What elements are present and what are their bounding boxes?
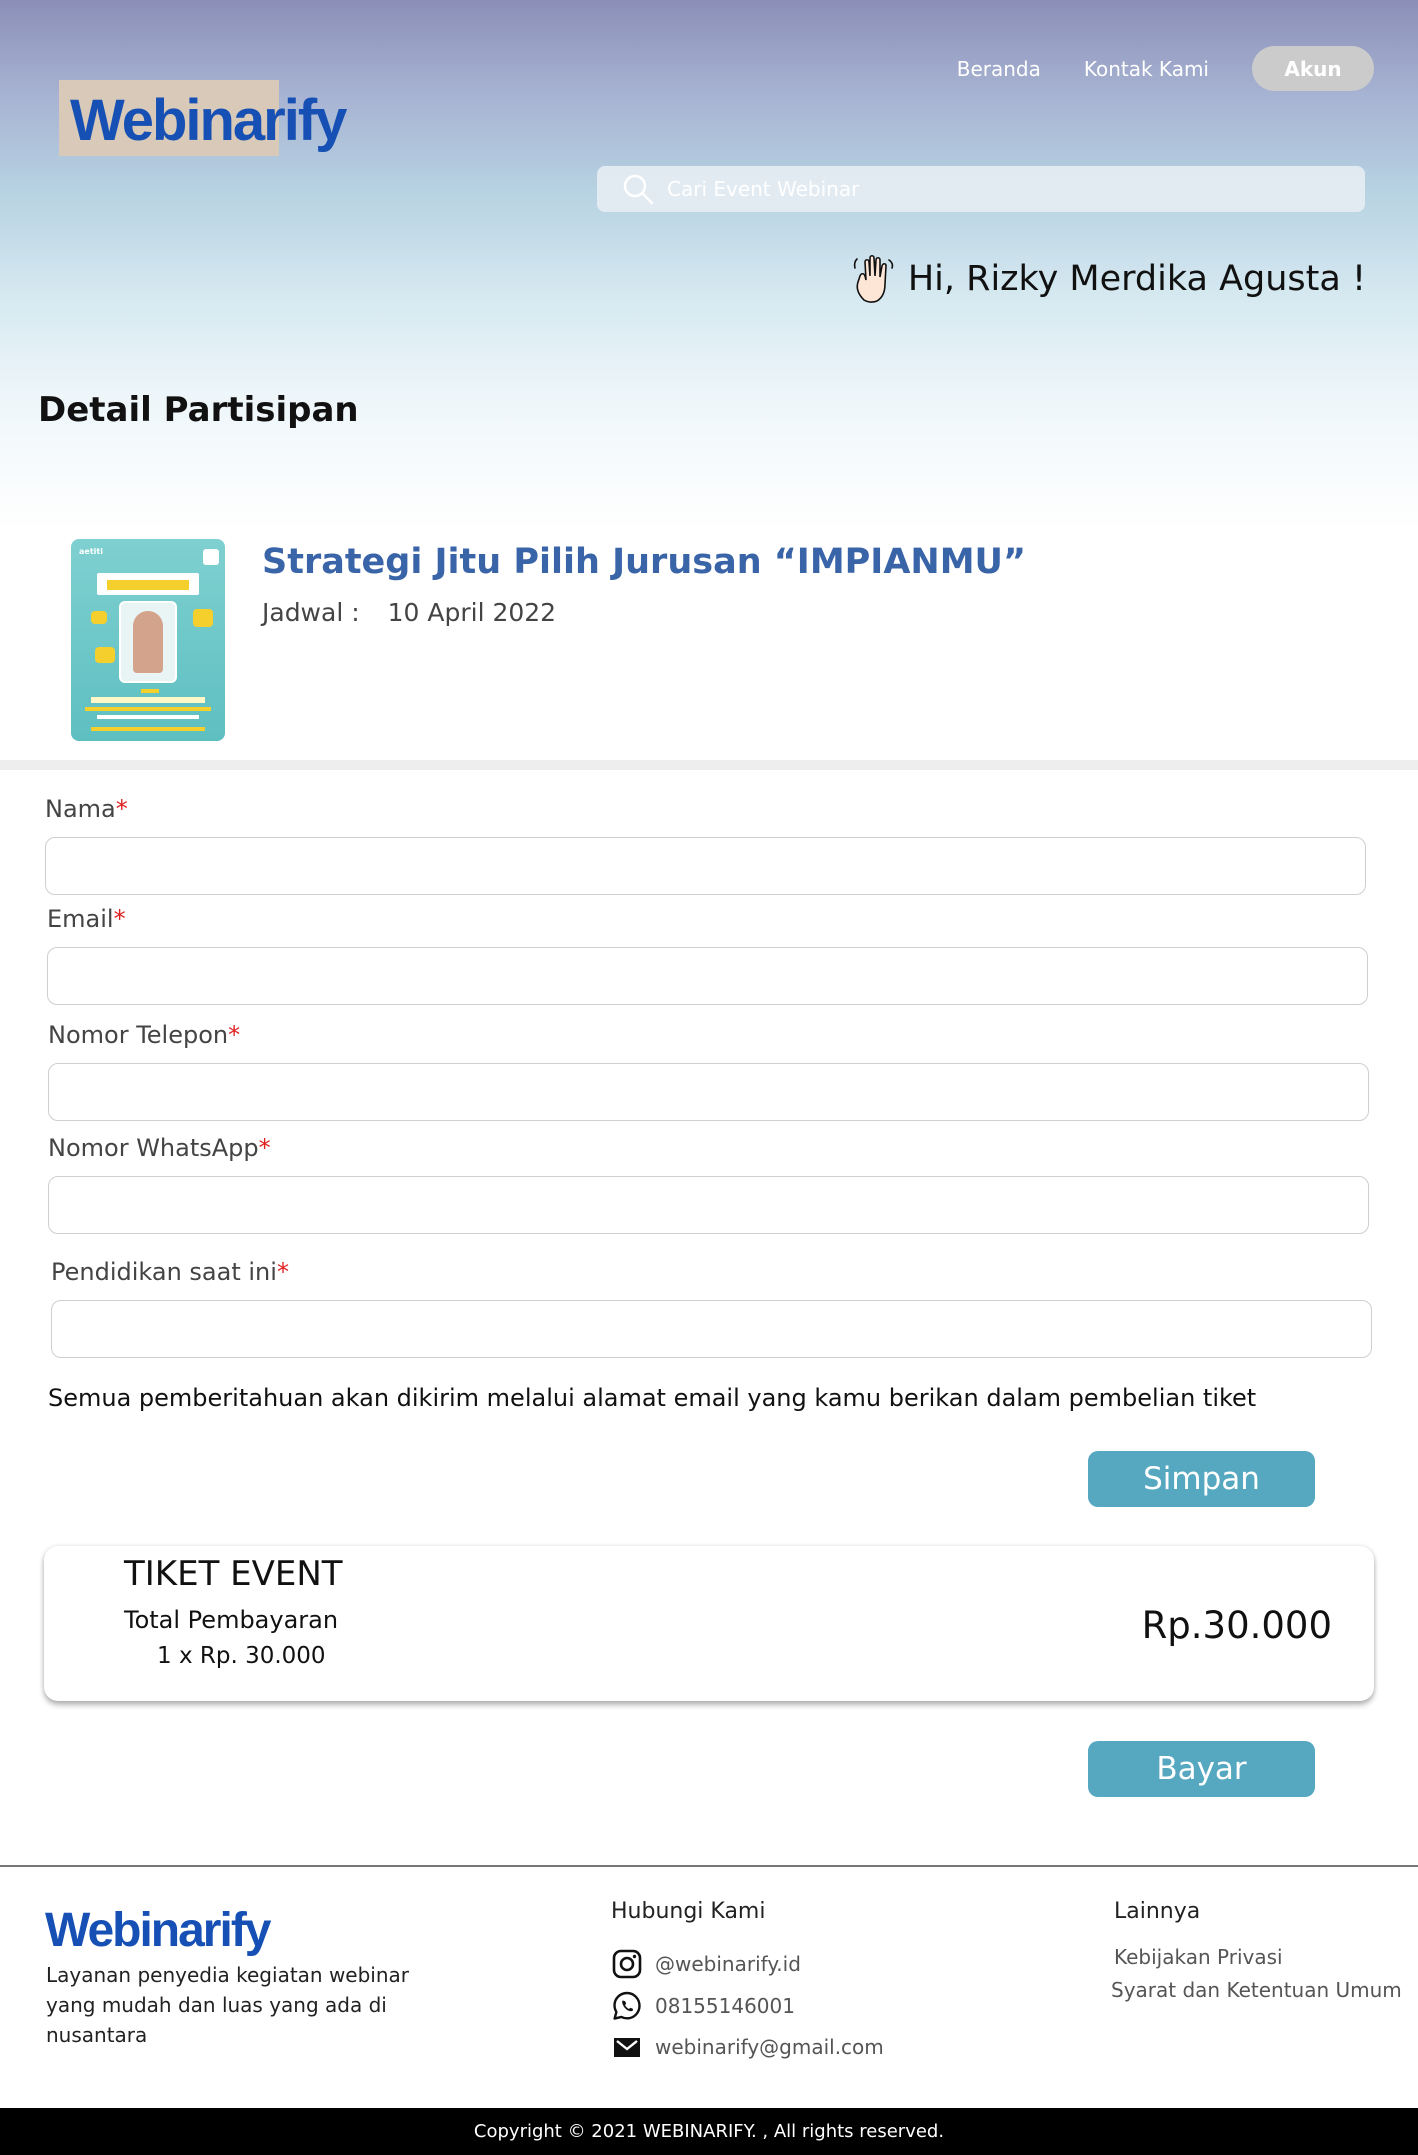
search-bar[interactable] <box>597 166 1365 212</box>
email-contact[interactable]: webinarify@gmail.com <box>611 2031 884 2063</box>
required-mark: * <box>258 1134 271 1162</box>
poster-text-line <box>141 689 159 693</box>
whatsapp-field[interactable] <box>48 1176 1369 1234</box>
ticket-card: TIKET EVENT Total Pembayaran 1 x Rp. 30.… <box>44 1546 1374 1701</box>
copyright-bar: Copyright © 2021 WEBINARIFY. , All right… <box>0 2108 1418 2155</box>
heart-icon <box>95 647 115 663</box>
footer-divider <box>0 1865 1418 1867</box>
page-title: Detail Partisipan <box>38 390 359 430</box>
poster-badge-icon <box>203 549 219 565</box>
privacy-link[interactable]: Kebijakan Privasi <box>1114 1945 1283 1969</box>
pay-button[interactable]: Bayar <box>1088 1741 1315 1797</box>
phone-label: Nomor Telepon* <box>48 1021 240 1049</box>
footer-logo[interactable]: Webinarify <box>45 1903 271 1958</box>
logo[interactable]: Webinarify <box>70 92 347 150</box>
education-label: Pendidikan saat ini* <box>51 1258 289 1286</box>
email-notice: Semua pemberitahuan akan dikirim melalui… <box>48 1384 1257 1412</box>
nama-label-text: Nama <box>45 795 116 823</box>
speaker-photo <box>133 611 163 673</box>
email-label-text: Email <box>47 905 114 933</box>
instagram-icon <box>612 1949 642 1979</box>
instagram-contact[interactable]: @webinarify.id <box>611 1948 801 1980</box>
terms-link[interactable]: Syarat dan Ketentuan Umum <box>1111 1978 1402 2002</box>
nav-kontak-kami[interactable]: Kontak Kami <box>1084 57 1209 81</box>
whatsapp-icon <box>613 1991 641 2020</box>
greeting: Hi, Rizky Merdika Agusta ! <box>852 254 1366 304</box>
total-amount: Rp.30.000 <box>1141 1604 1332 1647</box>
section-divider <box>0 760 1418 770</box>
education-label-text: Pendidikan saat ini <box>51 1258 277 1286</box>
poster-highlight-strip <box>107 580 189 590</box>
event-poster: aetiti <box>71 539 225 741</box>
event-schedule: Jadwal : 10 April 2022 <box>262 598 556 627</box>
poster-brand: aetiti <box>79 547 103 556</box>
whatsapp-label: Nomor WhatsApp* <box>48 1134 271 1162</box>
ticket-title: TIKET EVENT <box>124 1554 343 1594</box>
save-button[interactable]: Simpan <box>1088 1451 1315 1507</box>
heart-icon <box>91 611 107 624</box>
phone-field[interactable] <box>48 1063 1369 1121</box>
nama-field[interactable] <box>45 837 1366 895</box>
heart-icon <box>193 609 213 627</box>
email-address: webinarify@gmail.com <box>655 2035 884 2059</box>
others-heading: Lainnya <box>1114 1899 1201 1924</box>
nav-beranda[interactable]: Beranda <box>957 57 1041 81</box>
footer-description: Layanan penyedia kegiatan webinar yang m… <box>46 1963 410 2047</box>
email-field[interactable] <box>47 947 1368 1005</box>
instagram-handle: @webinarify.id <box>655 1952 801 1976</box>
total-label: Total Pembayaran <box>124 1606 339 1634</box>
top-nav: Beranda Kontak Kami Akun <box>957 46 1374 91</box>
poster-text-line <box>97 715 199 719</box>
required-mark: * <box>228 1021 241 1049</box>
poster-text-line <box>91 697 205 703</box>
poster-text-line <box>85 707 211 711</box>
email-icon <box>614 2038 640 2057</box>
required-mark: * <box>115 795 128 823</box>
email-label: Email* <box>47 905 126 933</box>
schedule-label: Jadwal : <box>262 598 360 627</box>
search-icon <box>623 174 654 205</box>
education-field[interactable] <box>51 1300 1372 1358</box>
search-input[interactable] <box>667 177 1267 201</box>
poster-text-line <box>91 727 205 731</box>
required-mark: * <box>276 1258 289 1286</box>
whatsapp-contact[interactable]: 08155146001 <box>611 1990 795 2022</box>
whatsapp-label-text: Nomor WhatsApp <box>48 1134 259 1162</box>
required-mark: * <box>113 905 126 933</box>
quantity-line: 1 x Rp. 30.000 <box>157 1643 326 1669</box>
account-button[interactable]: Akun <box>1252 46 1374 91</box>
event-title: Strategi Jitu Pilih Jurusan “IMPIANMU” <box>262 542 1026 582</box>
nama-label: Nama* <box>45 795 128 823</box>
phone-label-text: Nomor Telepon <box>48 1021 229 1049</box>
copyright-text: Copyright © 2021 WEBINARIFY. , All right… <box>473 2121 945 2142</box>
schedule-date: 10 April 2022 <box>387 598 557 627</box>
whatsapp-number: 08155146001 <box>655 1994 795 2018</box>
greeting-text: Hi, Rizky Merdika Agusta ! <box>907 259 1366 299</box>
contact-heading: Hubungi Kami <box>611 1899 766 1924</box>
waving-hand-icon <box>853 254 894 303</box>
